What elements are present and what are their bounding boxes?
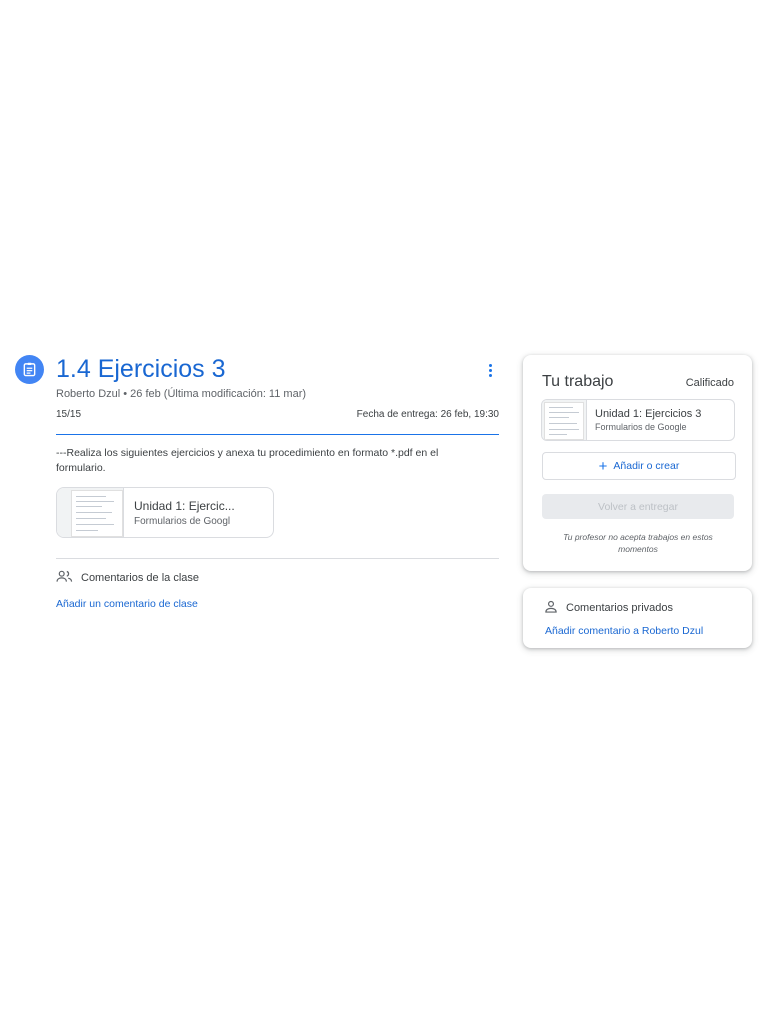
private-comments-card [523, 588, 752, 648]
add-class-comment-link[interactable]: Añadir un comentario de clase [56, 598, 198, 610]
private-comments-heading: Comentarios privados [566, 602, 673, 614]
not-accepting-notice: Tu profesor no acepta trabajos en estos … [563, 532, 713, 554]
attachment-subtitle: Formularios de Googl [134, 515, 231, 527]
assignment-description: ---Realiza los siguientes ejercicios y a… [56, 447, 439, 474]
add-private-comment-link[interactable]: Añadir comentario a Roberto Dzul [545, 625, 703, 637]
person-icon [544, 600, 558, 616]
your-work-title: Tu trabajo [542, 373, 614, 390]
plus-icon: + [598, 457, 608, 475]
attachment-title: Unidad 1: Ejercic... [134, 498, 235, 513]
add-or-create-button[interactable]: + Añadir o crear [542, 452, 736, 480]
assignment-icon [15, 355, 44, 384]
people-icon [56, 570, 73, 586]
assignment-title: 1.4 Ejercicios 3 [56, 355, 226, 383]
class-comments-header: Comentarios de la clase [56, 570, 199, 586]
form-thumbnail [542, 400, 587, 440]
submitted-attachment-card[interactable]: Unidad 1: Ejercicios 3 Formularios de Go… [541, 399, 735, 441]
add-or-create-label: Añadir o crear [613, 460, 680, 472]
header-divider [56, 434, 499, 435]
assignment-due-date: Fecha de entrega: 26 feb, 19:30 [356, 409, 499, 420]
more-options-icon[interactable] [480, 360, 500, 380]
class-comments-heading: Comentarios de la clase [81, 572, 200, 584]
submitted-attachment-title: Unidad 1: Ejercicios 3 [595, 408, 702, 420]
resubmit-button[interactable]: Volver a entregar [542, 494, 734, 519]
form-thumbnail [57, 488, 124, 537]
assignment-points: 15/15 [56, 409, 82, 420]
work-status-badge: Calificado [685, 377, 734, 389]
private-comments-header: Comentarios privados [544, 600, 673, 616]
submitted-attachment-subtitle: Formularios de Google [595, 422, 687, 432]
assignment-meta: Roberto Dzul • 26 feb (Última modificaci… [56, 388, 307, 400]
comments-divider [56, 558, 499, 559]
assignment-attachment-card[interactable]: Unidad 1: Ejercic... Formularios de Goog… [56, 487, 274, 538]
